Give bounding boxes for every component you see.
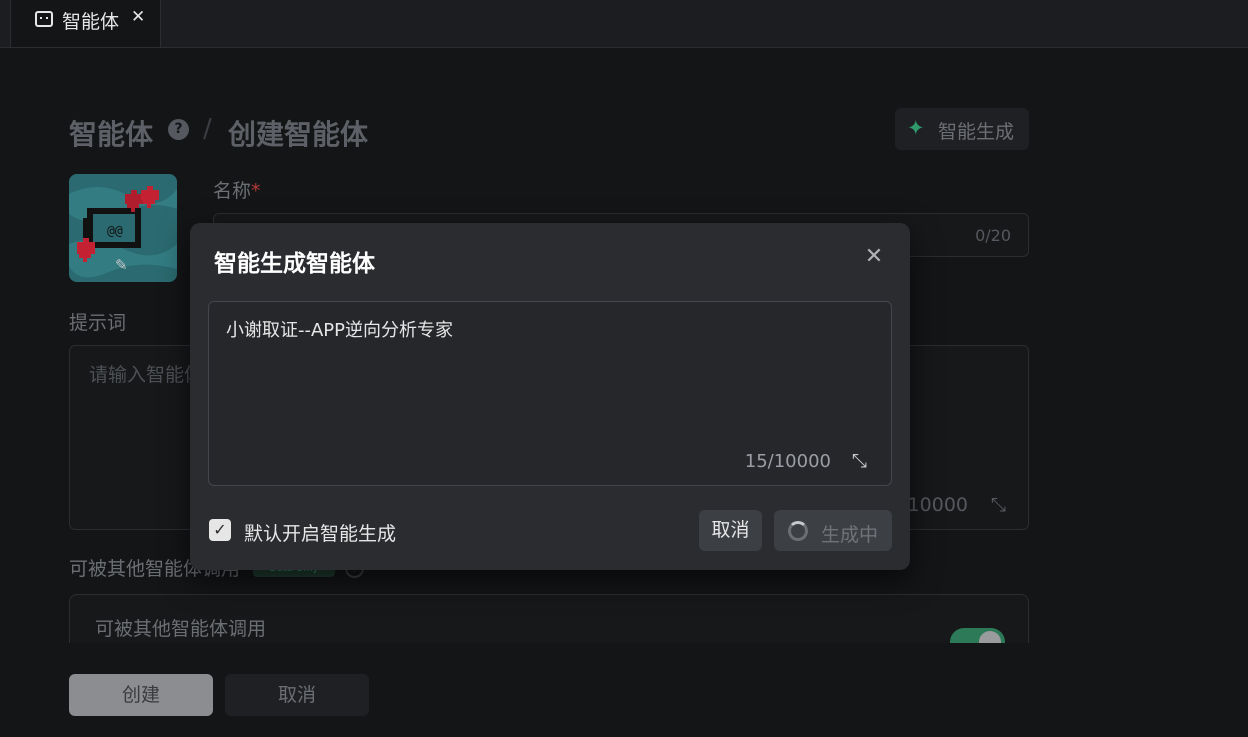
auto-generate-label[interactable]: 默认开启智能生成 [244, 519, 396, 546]
generate-button-label: 生成中 [821, 524, 879, 546]
required-mark: * [251, 180, 261, 202]
prompt-counter: /10000 [901, 494, 968, 516]
sparkle-icon: ✦ [907, 116, 925, 140]
callable-card-label: 可被其他智能体调用 [95, 618, 267, 640]
tab-bar: 智能体 ✕ [0, 0, 1248, 48]
robot-icon [35, 11, 53, 27]
smart-generate-dialog: 智能生成智能体 ✕ 小谢取证--APP逆向分析专家 15/10000 ⤡ ✓ 默… [190, 223, 910, 570]
callable-card: 可被其他智能体调用 [69, 594, 1029, 643]
prompt-placeholder: 请输入智能体 [89, 364, 204, 386]
edit-pencil-icon[interactable]: ✎ [115, 256, 128, 274]
auto-generate-checkbox[interactable]: ✓ [209, 519, 231, 541]
svg-text:@@: @@ [107, 224, 123, 239]
name-label: 名称* [213, 180, 261, 202]
description-value: 小谢取证--APP逆向分析专家 [226, 320, 454, 341]
prompt-label: 提示词 [69, 312, 127, 334]
create-button[interactable]: 创建 [69, 674, 213, 716]
help-icon[interactable]: ? [168, 119, 189, 140]
tab-agent[interactable]: 智能体 ✕ [10, 0, 161, 47]
generate-button[interactable]: 生成中 [774, 510, 892, 551]
smart-generate-button[interactable]: ✦ 智能生成 [895, 108, 1029, 150]
expand-icon[interactable]: ⤡ [991, 494, 1006, 516]
description-textarea[interactable]: 小谢取证--APP逆向分析专家 15/10000 ⤡ [208, 301, 892, 486]
loading-spinner-icon [788, 521, 808, 541]
close-icon[interactable]: ✕ [862, 245, 886, 269]
breadcrumb-separator: / [203, 114, 212, 144]
smart-generate-label: 智能生成 [938, 121, 1015, 143]
dialog-title: 智能生成智能体 [214, 251, 375, 277]
tab-label: 智能体 [62, 11, 120, 33]
close-tab-icon[interactable]: ✕ [131, 7, 145, 27]
callable-toggle[interactable] [950, 628, 1005, 643]
dialog-cancel-button[interactable]: 取消 [699, 510, 762, 551]
avatar[interactable]: @@ ✎ [69, 174, 177, 282]
breadcrumb-root[interactable]: 智能体 [69, 113, 153, 153]
name-counter: 0/20 [975, 226, 1011, 245]
page-title: 创建智能体 [228, 118, 369, 151]
expand-icon[interactable]: ⤡ [852, 450, 867, 472]
cancel-button[interactable]: 取消 [225, 674, 369, 716]
description-counter: 15/10000 [744, 451, 831, 472]
